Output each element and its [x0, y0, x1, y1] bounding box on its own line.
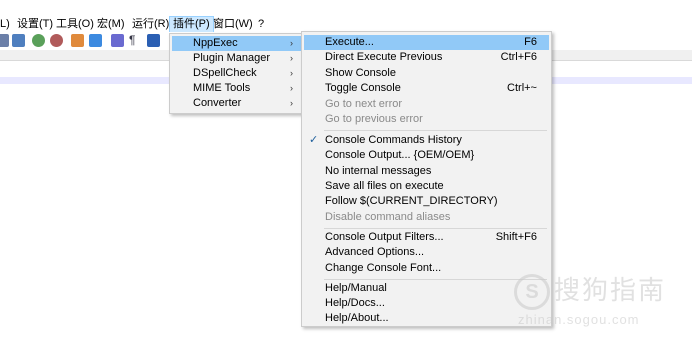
nppexec-item-console-commands-history[interactable]: ✓ Console Commands History: [304, 133, 549, 148]
menu-item-label: Save all files on execute: [325, 180, 444, 192]
menu-item-label: Console Output Filters...: [325, 231, 444, 243]
zoom-in-icon[interactable]: [32, 34, 45, 47]
nppexec-item-go-to-previous-error[interactable]: Go to previous error: [304, 112, 549, 127]
menu-separator: [324, 228, 547, 229]
nppexec-item-disable-command-aliases[interactable]: Disable command aliases: [304, 210, 549, 225]
nppexec-item-go-to-next-error[interactable]: Go to next error: [304, 97, 549, 112]
menu-item-shortcut: Ctrl+~: [507, 82, 537, 94]
nppexec-item-change-console-font[interactable]: Change Console Font...: [304, 261, 549, 276]
plugins-item-dspellcheck[interactable]: DSpellCheck ›: [172, 66, 301, 81]
menu-item-shortcut: Shift+F6: [495, 231, 537, 243]
word-wrap-icon[interactable]: [111, 34, 124, 47]
nppexec-item-follow-current-directory[interactable]: Follow $(CURRENT_DIRECTORY): [304, 194, 549, 209]
menu-item-shortcut: F6: [524, 36, 537, 48]
plugins-item-mime-tools[interactable]: MIME Tools ›: [172, 81, 301, 96]
menu-item-label: Help/Manual: [325, 282, 387, 294]
nppexec-item-help-docs[interactable]: Help/Docs...: [304, 296, 549, 311]
nppexec-item-help-manual[interactable]: Help/Manual: [304, 281, 549, 296]
plugins-menu: NppExec › Plugin Manager › DSpellCheck ›…: [169, 33, 304, 114]
find-icon[interactable]: [12, 34, 25, 47]
watermark-text: 搜狗指南: [554, 275, 667, 305]
menu-item-label: Disable command aliases: [325, 211, 451, 223]
plugins-item-label: Plugin Manager: [193, 52, 271, 64]
indent-guide-icon[interactable]: [147, 34, 160, 47]
plugins-item-converter[interactable]: Converter ›: [172, 96, 301, 111]
menu-language[interactable]: L): [0, 17, 13, 32]
nppexec-item-save-all-files[interactable]: Save all files on execute: [304, 179, 549, 194]
plugins-item-plugin-manager[interactable]: Plugin Manager ›: [172, 51, 301, 66]
menu-item-label: Follow $(CURRENT_DIRECTORY): [325, 195, 498, 207]
menu-item-label: Help/Docs...: [325, 297, 385, 309]
watermark-logo-icon: S: [514, 274, 550, 310]
watermark: S 搜狗指南 zhinan.sogou.com: [514, 270, 674, 330]
plugins-item-label: MIME Tools: [193, 82, 251, 94]
nppexec-item-console-output[interactable]: Console Output... {OEM/OEM}: [304, 148, 549, 163]
menu-item-shortcut: Ctrl+F6: [500, 51, 537, 63]
menu-help[interactable]: ?: [255, 17, 267, 32]
nppexec-item-direct-execute-previous[interactable]: Direct Execute Previous Ctrl+F6: [304, 50, 549, 65]
nppexec-item-toggle-console[interactable]: Toggle Console Ctrl+~: [304, 81, 549, 96]
menu-item-label: Change Console Font...: [325, 262, 442, 274]
submenu-arrow-icon: ›: [290, 38, 293, 48]
menu-item-label: Console Commands History: [325, 134, 462, 146]
nppexec-item-show-console[interactable]: Show Console: [304, 66, 549, 81]
plugins-item-nppexec[interactable]: NppExec ›: [172, 36, 301, 51]
nppexec-item-execute[interactable]: Execute... F6: [304, 35, 549, 50]
menu-run[interactable]: 运行(R): [129, 17, 172, 32]
menu-item-label: Advanced Options...: [325, 246, 425, 258]
nppexec-item-advanced-options[interactable]: Advanced Options...: [304, 245, 549, 260]
print-icon[interactable]: [0, 34, 9, 47]
submenu-arrow-icon: ›: [290, 53, 293, 63]
nppexec-item-no-internal-messages[interactable]: No internal messages: [304, 164, 549, 179]
check-icon: ✓: [309, 134, 319, 146]
menu-item-label: Execute...: [325, 36, 374, 48]
menu-item-label: Toggle Console: [325, 82, 401, 94]
menu-item-label: Show Console: [325, 67, 396, 79]
menu-item-label: Go to previous error: [325, 113, 423, 125]
sync-horizontal-icon[interactable]: [89, 34, 102, 47]
plugins-item-label: DSpellCheck: [193, 67, 257, 79]
menu-item-label: No internal messages: [325, 165, 432, 177]
plugins-item-label: NppExec: [193, 37, 238, 49]
menu-item-label: Direct Execute Previous: [325, 51, 443, 63]
menu-item-label: Console Output... {OEM/OEM}: [325, 149, 475, 161]
menu-plugins[interactable]: 插件(P): [169, 16, 214, 33]
menu-bar: L) 设置(T) 工具(O) 宏(M) 运行(R) 插件(P) 窗口(W) ?: [0, 0, 692, 33]
plugins-item-label: Converter: [193, 97, 242, 109]
zoom-out-icon[interactable]: [50, 34, 63, 47]
menu-settings[interactable]: 设置(T): [14, 17, 56, 32]
nppexec-item-console-output-filters[interactable]: Console Output Filters... Shift+F6: [304, 230, 549, 245]
nppexec-item-help-about[interactable]: Help/About...: [304, 311, 549, 326]
submenu-arrow-icon: ›: [290, 68, 293, 78]
menu-macro[interactable]: 宏(M): [94, 17, 128, 32]
menu-item-label: Go to next error: [325, 98, 403, 110]
show-all-chars-icon[interactable]: ¶: [129, 34, 137, 47]
submenu-arrow-icon: ›: [290, 98, 293, 108]
menu-separator: [324, 130, 547, 131]
watermark-url: zhinan.sogou.com: [518, 312, 640, 327]
submenu-arrow-icon: ›: [290, 83, 293, 93]
menu-window[interactable]: 窗口(W): [210, 17, 256, 32]
menu-item-label: Help/About...: [325, 312, 389, 324]
menu-tools[interactable]: 工具(O): [53, 17, 97, 32]
sync-vertical-icon[interactable]: [71, 34, 84, 47]
